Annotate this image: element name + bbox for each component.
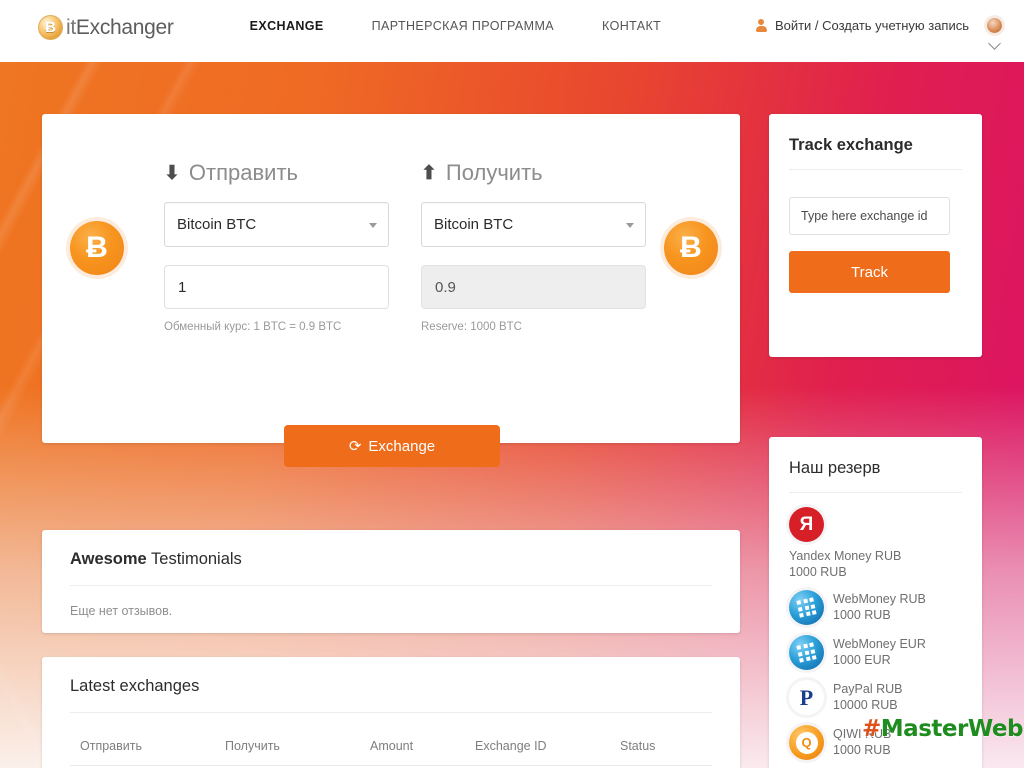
exchange-form-row: Ƀ ⬇ Отправить Bitcoin BTC Обменный курс:…: [42, 114, 740, 333]
main-nav: EXCHANGE ПАРТНЕРСКАЯ ПРОГРАММА КОНТАКТ: [226, 19, 686, 33]
list-item[interactable]: WebMoney RUB 1000 RUB: [789, 590, 962, 626]
testimonials-empty-text: Еще нет отзывов.: [70, 604, 173, 618]
brand-name: itExchanger: [66, 16, 174, 40]
latest-exchanges-card: Latest exchanges Отправить Получить Amou…: [42, 657, 740, 768]
reserve-item-body: PayPal RUB 10000 RUB: [833, 682, 902, 713]
bitcoin-coin-icon-right: Ƀ: [664, 221, 718, 275]
nav-item-contact[interactable]: КОНТАКТ: [578, 19, 685, 33]
our-reserve-title: Наш резерв: [789, 459, 881, 477]
reserve-item-amount: 1000 RUB: [833, 607, 891, 622]
track-button[interactable]: Track: [789, 251, 950, 293]
nav-right-group: Войти / Создать учетную запись: [755, 18, 1002, 50]
column-header-receive: Получить: [225, 731, 370, 766]
reserve-item-body: WebMoney RUB 1000 RUB: [833, 592, 926, 623]
track-exchange-card: Track exchange Track: [769, 114, 982, 357]
exchange-button-label: Exchange: [368, 437, 436, 455]
watermark-text: MasterWeb: [880, 716, 1024, 742]
top-navbar: Ƀ itExchanger EXCHANGE ПАРТНЕРСКАЯ ПРОГР…: [0, 0, 1024, 62]
send-currency-value: Bitcoin BTC: [177, 216, 257, 233]
track-exchange-input[interactable]: [789, 197, 950, 235]
exchange-button[interactable]: ⟳ Exchange: [284, 425, 500, 467]
language-switcher[interactable]: [987, 18, 1002, 50]
reserve-item-amount: 1000 RUB: [789, 564, 847, 579]
receive-currency-value: Bitcoin BTC: [434, 216, 514, 233]
login-register-link[interactable]: Войти / Создать учетную запись: [755, 18, 969, 33]
track-exchange-title: Track exchange: [789, 136, 913, 154]
nav-item-partner-program[interactable]: ПАРТНЕРСКАЯ ПРОГРАММА: [348, 19, 578, 33]
reserve-item-body: WebMoney EUR 1000 EUR: [833, 637, 926, 668]
send-column: ⬇ Отправить Bitcoin BTC Обменный курс: 1…: [164, 160, 389, 333]
sync-icon: ⟳: [348, 437, 362, 455]
send-title: ⬇ Отправить: [164, 160, 389, 186]
column-header-status: Status: [620, 731, 712, 766]
send-amount-input[interactable]: [164, 265, 389, 309]
list-item[interactable]: P PayPal RUB 10000 RUB: [789, 680, 962, 716]
receive-currency-select[interactable]: Bitcoin BTC: [421, 202, 646, 247]
reserve-item-amount: 1000 RUB: [833, 742, 891, 757]
hash-icon: #: [862, 716, 881, 742]
user-icon: [755, 19, 767, 32]
bitcoin-coin-icon: Ƀ: [38, 15, 63, 40]
reserve-item-name: WebMoney EUR: [833, 637, 926, 652]
column-header-send: Отправить: [70, 731, 225, 766]
reserve-item-amount: 10000 RUB: [833, 697, 898, 712]
paypal-icon: P: [789, 680, 824, 716]
table-header-row: Отправить Получить Amount Exchange ID St…: [70, 731, 712, 766]
brand-suffix: Exchanger: [75, 15, 174, 39]
divider: [789, 169, 962, 170]
testimonials-card: Awesome Testimonials Еще нет отзывов.: [42, 530, 740, 633]
column-header-amount: Amount: [370, 731, 475, 766]
webmoney-icon: [789, 635, 824, 671]
reserve-item-amount: 1000 EUR: [833, 652, 891, 667]
list-item[interactable]: WebMoney EUR 1000 EUR: [789, 635, 962, 671]
chevron-down-icon: [626, 222, 634, 228]
divider: [789, 492, 962, 493]
receive-amount-input: [421, 265, 646, 309]
list-item[interactable]: Я Yandex Money RUB 1000 RUB: [789, 507, 962, 580]
receive-column: ⬆ Получить Bitcoin BTC Reserve: 1000 BTC: [421, 160, 646, 333]
testimonials-title-bold: Awesome: [70, 550, 147, 568]
brand-prefix: it: [66, 15, 76, 39]
testimonials-title-rest: Testimonials: [146, 550, 242, 568]
yandex-money-icon: Я: [789, 507, 824, 542]
globe-icon: [987, 18, 1002, 33]
arrow-down-icon: ⬇: [164, 162, 180, 184]
page-content: Ƀ ⬇ Отправить Bitcoin BTC Обменный курс:…: [0, 62, 1024, 768]
send-currency-select[interactable]: Bitcoin BTC: [164, 202, 389, 247]
divider: [70, 585, 712, 586]
latest-exchanges-table: Отправить Получить Amount Exchange ID St…: [70, 731, 712, 766]
arrow-up-icon: ⬆: [421, 162, 437, 184]
reserve-hint: Reserve: 1000 BTC: [421, 321, 522, 333]
qiwi-icon: [789, 725, 824, 761]
webmoney-icon: [789, 590, 824, 626]
testimonials-title: Awesome Testimonials: [70, 550, 712, 569]
chevron-down-icon: [988, 37, 1001, 50]
login-register-label: Войти / Создать учетную запись: [774, 18, 969, 33]
masterweb-watermark: #MasterWeb: [862, 716, 1023, 742]
divider: [70, 712, 712, 713]
reserve-item-name: WebMoney RUB: [833, 592, 926, 607]
receive-title-label: Получить: [445, 160, 543, 185]
reserve-item-body: Yandex Money RUB 1000 RUB: [789, 549, 962, 580]
column-header-exchange-id: Exchange ID: [475, 731, 620, 766]
latest-exchanges-title: Latest exchanges: [70, 677, 200, 695]
exchange-rate-hint: Обменный курс: 1 BTC = 0.9 BTC: [164, 321, 342, 333]
receive-title: ⬆ Получить: [421, 160, 646, 186]
send-title-label: Отправить: [188, 160, 299, 185]
bitcoin-coin-icon-left: Ƀ: [70, 221, 124, 275]
reserve-item-name: PayPal RUB: [833, 682, 903, 697]
chevron-down-icon: [369, 222, 377, 228]
reserve-item-name: Yandex Money RUB: [789, 549, 902, 563]
nav-item-exchange[interactable]: EXCHANGE: [226, 19, 348, 33]
exchange-form-card: Ƀ ⬇ Отправить Bitcoin BTC Обменный курс:…: [42, 114, 740, 467]
brand-logo[interactable]: Ƀ itExchanger: [38, 15, 174, 40]
